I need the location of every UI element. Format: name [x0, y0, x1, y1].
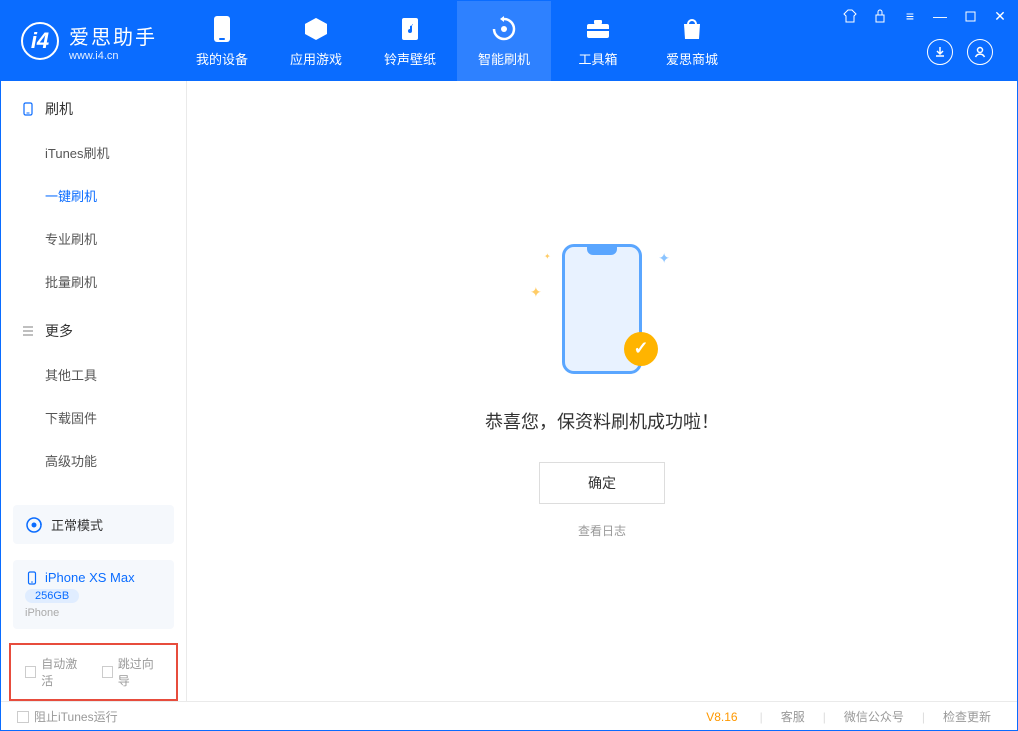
device-type: iPhone: [25, 607, 162, 619]
download-button[interactable]: [927, 39, 953, 65]
mode-card[interactable]: 正常模式: [13, 505, 174, 544]
success-illustration: ✦ ✦ ✦ ✓: [542, 244, 662, 384]
footer-link-wechat[interactable]: 微信公众号: [834, 708, 914, 725]
checkbox-block-itunes[interactable]: 阻止iTunes运行: [17, 708, 118, 725]
sidebar-item-oneclick[interactable]: 一键刷机: [1, 174, 186, 217]
checkbox-label: 自动激活: [41, 655, 85, 689]
tab-store[interactable]: 爱思商城: [645, 1, 739, 81]
sidebar-item-itunes[interactable]: iTunes刷机: [1, 131, 186, 174]
titlebar-controls: ≡ — ✕: [841, 7, 1009, 25]
result-title: 恭喜您，保资料刷机成功啦！: [485, 408, 719, 434]
sparkle-icon: ✦: [530, 284, 542, 301]
refresh-icon: [490, 15, 518, 43]
section-label: 刷机: [45, 99, 73, 119]
view-log-link[interactable]: 查看日志: [578, 522, 626, 539]
sidebar-section-more: 更多: [1, 303, 186, 353]
minimize-button[interactable]: —: [931, 7, 949, 25]
mode-icon: [25, 516, 43, 534]
tab-label: 爱思商城: [666, 49, 718, 68]
shirt-icon[interactable]: [841, 7, 859, 25]
cube-icon: [302, 15, 330, 43]
confirm-button[interactable]: 确定: [539, 462, 665, 504]
toolbox-icon: [584, 15, 612, 43]
tab-ringtones[interactable]: 铃声壁纸: [363, 1, 457, 81]
device-icon: [25, 571, 39, 585]
checkbox-icon: [102, 666, 113, 678]
bag-icon: [678, 15, 706, 43]
phone-icon: [21, 102, 35, 116]
music-icon: [396, 15, 424, 43]
sidebar-item-other[interactable]: 其他工具: [1, 353, 186, 396]
list-icon: [21, 324, 35, 338]
tab-apps[interactable]: 应用游戏: [269, 1, 363, 81]
close-button[interactable]: ✕: [991, 7, 1009, 25]
mode-label: 正常模式: [51, 515, 103, 534]
app-subtitle: www.i4.cn: [69, 50, 157, 62]
sparkle-icon: ✦: [544, 252, 551, 261]
app-title: 爱思助手: [69, 21, 157, 50]
tab-label: 我的设备: [196, 49, 248, 68]
check-badge-icon: ✓: [624, 332, 658, 366]
checkbox-auto-activate[interactable]: 自动激活: [25, 655, 86, 689]
lock-icon[interactable]: [871, 7, 889, 25]
tab-toolbox[interactable]: 工具箱: [551, 1, 645, 81]
sidebar-item-batch[interactable]: 批量刷机: [1, 260, 186, 303]
section-label: 更多: [45, 321, 73, 341]
logo-area: i4 爱思助手 www.i4.cn: [1, 21, 175, 62]
sparkle-icon: ✦: [658, 250, 670, 267]
tab-label: 智能刷机: [478, 49, 530, 68]
tab-my-device[interactable]: 我的设备: [175, 1, 269, 81]
checkbox-label: 阻止iTunes运行: [34, 708, 118, 725]
sidebar-item-pro[interactable]: 专业刷机: [1, 217, 186, 260]
checkbox-skip-guide[interactable]: 跳过向导: [102, 655, 163, 689]
checkbox-icon: [25, 666, 36, 678]
header-right-icons: [927, 39, 993, 65]
device-name: iPhone XS Max: [25, 570, 162, 585]
nav-tabs: 我的设备 应用游戏 铃声壁纸 智能刷机 工具箱 爱思商城: [175, 1, 739, 81]
sidebar-item-advanced[interactable]: 高级功能: [1, 439, 186, 482]
footer-link-update[interactable]: 检查更新: [933, 708, 1001, 725]
device-capacity: 256GB: [25, 589, 79, 603]
tab-label: 工具箱: [578, 49, 617, 68]
status-bar: 阻止iTunes运行 V8.16 | 客服 | 微信公众号 | 检查更新: [1, 701, 1017, 731]
sidebar: 刷机 iTunes刷机 一键刷机 专业刷机 批量刷机 更多 其他工具 下载固件 …: [1, 81, 187, 701]
device-icon: [208, 15, 236, 43]
footer-link-service[interactable]: 客服: [771, 708, 815, 725]
user-button[interactable]: [967, 39, 993, 65]
sidebar-section-flash: 刷机: [1, 81, 186, 131]
device-card[interactable]: iPhone XS Max 256GB iPhone: [13, 560, 174, 629]
checkbox-icon: [17, 711, 29, 723]
checkbox-label: 跳过向导: [118, 655, 162, 689]
tab-flash[interactable]: 智能刷机: [457, 1, 551, 81]
sidebar-item-firmware[interactable]: 下载固件: [1, 396, 186, 439]
maximize-button[interactable]: [961, 7, 979, 25]
options-row: 自动激活 跳过向导: [9, 643, 178, 701]
main-content: ✦ ✦ ✦ ✓ 恭喜您，保资料刷机成功啦！ 确定 查看日志: [187, 81, 1017, 701]
version-label: V8.16: [706, 710, 737, 724]
app-logo-icon: i4: [21, 22, 59, 60]
app-header: i4 爱思助手 www.i4.cn 我的设备 应用游戏 铃声壁纸 智能刷机 工具…: [1, 1, 1017, 81]
menu-icon[interactable]: ≡: [901, 7, 919, 25]
tab-label: 铃声壁纸: [384, 49, 436, 68]
tab-label: 应用游戏: [290, 49, 342, 68]
